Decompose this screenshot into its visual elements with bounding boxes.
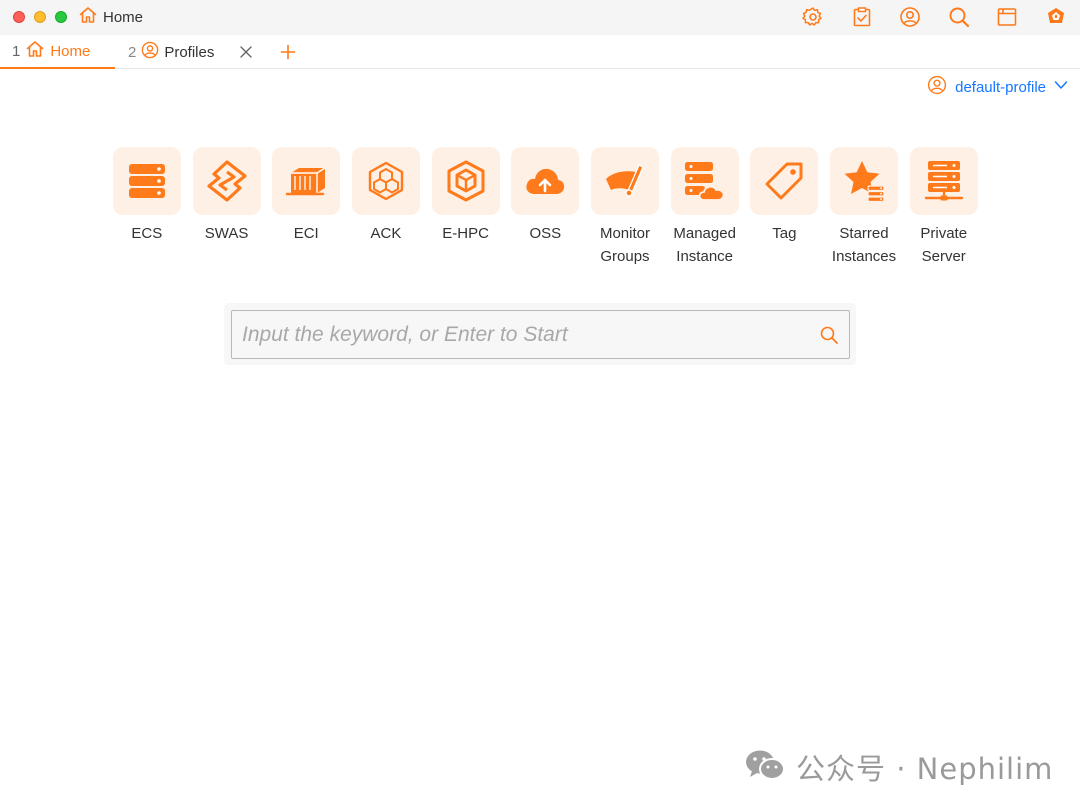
account-icon[interactable]: [899, 6, 921, 28]
service-label: SWAS: [204, 225, 249, 242]
home-icon: [25, 39, 45, 63]
profile-selector[interactable]: default-profile: [927, 75, 1068, 100]
tab-label: Profiles: [164, 43, 215, 61]
tab-profiles[interactable]: 2 Profiles: [115, 35, 214, 69]
service-eci[interactable]: ECI: [266, 147, 346, 268]
tab-number: 2: [128, 43, 137, 61]
eci-icon: [272, 147, 341, 215]
service-label: Monitor Groups: [599, 225, 650, 265]
service-ack[interactable]: ACK: [346, 147, 426, 268]
window-title-text: Home: [103, 8, 144, 26]
tab-close-icon[interactable]: [237, 43, 255, 61]
watermark-text: 公众号 · Nephilim: [796, 752, 1054, 786]
title-bar: Home: [0, 0, 1080, 35]
service-ecs[interactable]: ECS: [107, 147, 187, 268]
service-label: Starred Instances: [831, 225, 897, 265]
watermark: 公众号 · Nephilim: [744, 749, 1053, 786]
profile-name: default-profile: [955, 78, 1046, 96]
service-label: ECS: [131, 225, 163, 242]
private-server-icon: [909, 147, 978, 215]
home-icon: [78, 5, 98, 30]
service-oss[interactable]: OSS: [505, 147, 585, 268]
service-private-server[interactable]: Private Server: [904, 147, 984, 268]
service-grid: ECS SWAS ECI ACK E-HPC OSS Monitor Group…: [107, 147, 984, 268]
service-label: Private Server: [920, 225, 968, 265]
tab-number: 1: [12, 42, 21, 60]
starred-instances-icon: [830, 147, 899, 215]
window-minimize-button[interactable]: [34, 11, 46, 23]
chevron-down-icon: [1054, 78, 1068, 97]
service-label: Managed Instance: [673, 225, 736, 265]
logo-icon[interactable]: [1045, 6, 1067, 28]
window-close-button[interactable]: [13, 11, 25, 23]
tab-label: Home: [50, 42, 91, 60]
service-label: ECI: [293, 225, 319, 242]
search-panel: [224, 303, 856, 365]
search-icon[interactable]: [948, 6, 970, 28]
service-label: Tag: [772, 225, 797, 242]
ehpc-icon: [431, 147, 500, 215]
oss-icon: [511, 147, 580, 215]
managed-instance-icon: [670, 147, 739, 215]
ecs-icon: [112, 147, 181, 215]
service-label: E-HPC: [442, 225, 489, 242]
window-title: Home: [78, 5, 144, 30]
settings-icon[interactable]: [802, 6, 824, 28]
tasks-icon[interactable]: [851, 6, 873, 28]
service-monitor-groups[interactable]: Monitor Groups: [585, 147, 665, 268]
search-icon[interactable]: [819, 325, 839, 345]
service-ehpc[interactable]: E-HPC: [426, 147, 506, 268]
profile-icon: [927, 75, 947, 100]
service-label: OSS: [529, 225, 562, 242]
swas-icon: [192, 147, 261, 215]
service-starred-instances[interactable]: Starred Instances: [824, 147, 904, 268]
window-icon[interactable]: [996, 6, 1018, 28]
service-swas[interactable]: SWAS: [187, 147, 267, 268]
add-tab-icon[interactable]: [279, 43, 297, 61]
wechat-icon: [744, 749, 786, 786]
search-input[interactable]: [232, 311, 802, 358]
service-managed-instance[interactable]: Managed Instance: [665, 147, 745, 268]
monitor-groups-icon: [590, 147, 659, 215]
tab-home[interactable]: 1 Home: [0, 35, 115, 69]
tab-bar: 1 Home 2 Profiles: [0, 35, 1080, 69]
service-tag[interactable]: Tag: [745, 147, 825, 268]
tag-icon: [750, 147, 819, 215]
profile-icon: [141, 41, 159, 63]
search-box: [231, 310, 850, 359]
service-label: ACK: [370, 225, 402, 242]
window-maximize-button[interactable]: [55, 11, 67, 23]
ack-icon: [351, 147, 420, 215]
